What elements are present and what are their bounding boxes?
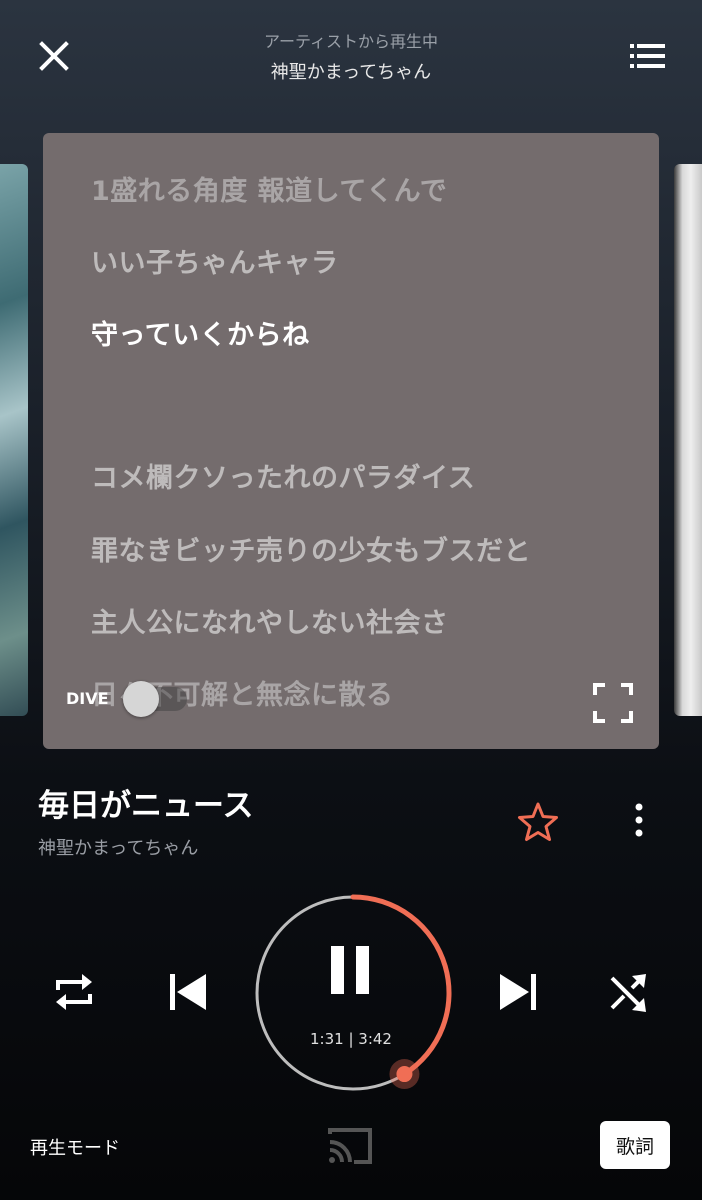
lyric-line: 主人公になれやしない社会さ	[91, 608, 449, 639]
dive-toggle-knob[interactable]	[123, 681, 159, 717]
more-vertical-icon	[635, 803, 643, 837]
next-track-artwork[interactable]	[674, 164, 702, 716]
repeat-icon	[56, 974, 92, 1010]
header-subtitle: アーティストから再生中	[263, 32, 439, 51]
cast-button[interactable]	[326, 1124, 376, 1168]
shuffle-icon	[610, 974, 646, 1012]
favorite-button[interactable]	[516, 800, 560, 844]
lyric-line: コメ欄クソったれのパラダイス	[91, 463, 476, 494]
play-mode-button[interactable]: 再生モード	[30, 1134, 120, 1160]
lyrics-panel[interactable]: 1盛れる角度 報道してくんで いい子ちゃんキャラ 守っていくからね コメ欄クソっ…	[43, 133, 659, 749]
song-title: 毎日がニュース	[38, 788, 254, 824]
queue-button[interactable]	[622, 34, 672, 78]
more-options-button[interactable]	[622, 800, 656, 840]
skip-previous-icon	[170, 974, 206, 1010]
progress-knob[interactable]	[396, 1066, 413, 1083]
repeat-button[interactable]	[50, 966, 98, 1018]
fullscreen-icon	[593, 683, 633, 723]
pause-button[interactable]	[318, 938, 382, 1002]
next-button[interactable]	[494, 968, 542, 1016]
lyric-line-current: 守っていくからね	[91, 320, 310, 351]
queue-list-icon	[630, 44, 665, 68]
pause-icon	[331, 946, 369, 994]
song-artist[interactable]: 神聖かまってちゃん	[38, 834, 198, 860]
previous-track-artwork[interactable]	[0, 164, 28, 716]
fullscreen-button[interactable]	[591, 681, 635, 725]
lyric-line: 1盛れる角度 報道してくんで	[91, 176, 448, 207]
header-title: 神聖かまってちゃん	[270, 62, 432, 83]
star-outline-icon	[518, 802, 558, 841]
lyrics-button[interactable]: 歌詞	[600, 1121, 670, 1169]
lyric-line: 罪なきビッチ売りの少女もブスだと	[91, 536, 531, 567]
previous-button[interactable]	[164, 968, 212, 1016]
dive-label: DIVE	[66, 689, 109, 708]
playback-time: 1:31 | 3:42	[310, 1030, 392, 1048]
cast-icon	[328, 1128, 372, 1164]
lyric-line: いい子ちゃんキャラ	[91, 248, 339, 279]
shuffle-button[interactable]	[604, 968, 652, 1016]
skip-next-icon	[500, 974, 536, 1010]
